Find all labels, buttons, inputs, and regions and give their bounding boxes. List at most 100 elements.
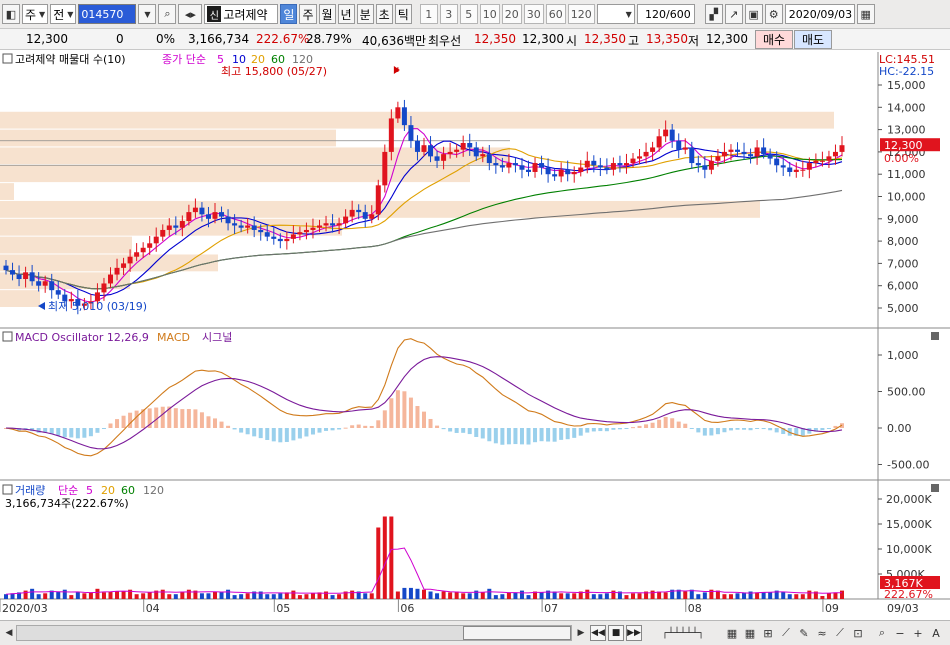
market-type-select[interactable]: 전 ▼ [50, 4, 77, 24]
volume-bar [833, 592, 838, 599]
candle-body [369, 214, 375, 219]
pct-tag-text: 0.00% [884, 152, 919, 165]
rewind-icon[interactable]: ◀◀ [590, 625, 606, 641]
calendar-icon[interactable]: ▦ [856, 4, 875, 24]
candle-body [271, 236, 277, 239]
zoom-slider-icon[interactable]: ┌┴┴┴┴┴┐ [648, 625, 718, 641]
volume-bar [735, 593, 740, 599]
interval-10-button[interactable]: 10 [479, 4, 500, 24]
candle-body [127, 256, 133, 264]
interval-3-button[interactable]: 3 [439, 4, 458, 24]
candle-body [336, 223, 342, 226]
buy-button[interactable]: 매수 [755, 30, 793, 49]
fibonacci-icon[interactable]: ≈ [814, 625, 830, 641]
macd-oscillator-bar [670, 418, 675, 428]
fast-forward-icon[interactable]: ▶▶ [626, 625, 642, 641]
date-input[interactable]: 2020/09/03 [784, 4, 855, 24]
period-month-button[interactable]: 월 [318, 4, 336, 24]
candle-body [153, 236, 159, 244]
volume-bar [787, 594, 792, 599]
candle-body [780, 165, 786, 168]
stock-code-dropdown-icon[interactable]: ▼ [138, 4, 157, 24]
previous-next-stock-icon[interactable]: ◂▸ [178, 4, 203, 24]
macd-oscillator-bar [284, 428, 289, 442]
chart-menu-icon[interactable]: ◧ [2, 4, 20, 24]
zoom-in-icon[interactable]: + [910, 625, 926, 641]
close-panel-icon[interactable] [931, 332, 939, 340]
stock-name-field[interactable]: 신 고려제약 [204, 4, 279, 24]
market-select[interactable]: 주 ▼ [22, 4, 49, 24]
candle-body [545, 167, 551, 175]
macd-oscillator-bar [611, 428, 616, 430]
settings-small-icon[interactable]: ⊡ [850, 625, 866, 641]
high-label: 고 [628, 34, 640, 48]
scrollbar-thumb[interactable] [463, 626, 571, 640]
interval-60-button[interactable]: 60 [545, 4, 566, 24]
candle-body [806, 163, 812, 170]
candle-body [192, 207, 198, 213]
stock-name: 고려제약 [223, 7, 268, 22]
ruler-icon[interactable]: ⟋ [832, 625, 848, 641]
period-week-button[interactable]: 주 [299, 4, 317, 24]
price-axis-label: 9,000 [887, 213, 919, 226]
grid-icon[interactable]: ▦ [724, 625, 740, 641]
candle-body [134, 252, 140, 257]
stock-code-input[interactable]: 014570 [78, 4, 137, 24]
period-minute-button[interactable]: 분 [356, 4, 374, 24]
candle-body [454, 149, 460, 152]
interval-5-button[interactable]: 5 [459, 4, 478, 24]
period-day-button[interactable]: 일 [280, 4, 298, 24]
drawing-tool-icon[interactable]: ↗ [724, 4, 743, 24]
volume-bar [4, 594, 8, 599]
interval-custom-select[interactable]: ▼ [596, 4, 635, 24]
interval-120-button[interactable]: 120 [567, 4, 595, 24]
zoom-icon[interactable]: ⌕ [874, 625, 890, 641]
volume-bar [467, 593, 472, 599]
font-size-icon[interactable]: A [928, 625, 944, 641]
volume-bar [794, 594, 799, 599]
scroll-right-icon[interactable]: ▶ [574, 625, 588, 641]
draw-line-icon[interactable]: ✎ [796, 625, 812, 641]
interval-30-button[interactable]: 30 [523, 4, 544, 24]
chart-type-icon[interactable]: ▞ [704, 4, 723, 24]
period-second-button[interactable]: 초 [375, 4, 393, 24]
volume-bar [239, 594, 244, 599]
volume-bar [826, 593, 831, 599]
candle-body [715, 156, 721, 161]
stop-icon[interactable]: ■ [608, 625, 624, 641]
macd-oscillator-bar [493, 428, 498, 444]
macd-oscillator-bar [448, 428, 453, 432]
period-year-button[interactable]: 년 [337, 4, 355, 24]
display-count-input[interactable]: 120/600 [636, 4, 695, 24]
grid-alt-icon[interactable]: ▦ [742, 625, 758, 641]
sell-button[interactable]: 매도 [794, 30, 832, 49]
chart-scrollbar[interactable] [16, 625, 572, 641]
chart-svg[interactable]: 15,00014,00013,00012,00011,00010,0009,00… [0, 52, 950, 622]
period-tick-button[interactable]: 틱 [394, 4, 412, 24]
search-icon[interactable]: ⌕ [158, 4, 177, 24]
save-icon[interactable]: ▣ [744, 4, 763, 24]
candle-body [637, 156, 643, 159]
candle-body [323, 223, 329, 226]
volume-bar [624, 595, 629, 599]
scroll-left-icon[interactable]: ◀ [2, 625, 16, 641]
macd-oscillator-bar [213, 418, 217, 428]
gear-icon[interactable]: ⚙ [764, 4, 783, 24]
macd-oscillator-bar [546, 428, 551, 442]
candle-body [819, 160, 825, 162]
close-panel-icon[interactable] [931, 484, 939, 492]
macd-oscillator-bar [245, 428, 250, 435]
crosshair-icon[interactable]: ⊞ [760, 625, 776, 641]
chart-area[interactable]: 15,000 14,000 13,000 12,000 11,000 10,000 9,00… [0, 52, 950, 622]
candle-body [643, 151, 649, 157]
macd-oscillator-bar [265, 428, 270, 440]
interval-1-button[interactable]: 1 [419, 4, 438, 24]
toolbar: ◧ 주 ▼ 전 ▼ 014570 ▼ ⌕ ◂▸ 신 고려제약 일 주 월 년 분 초… [0, 0, 950, 29]
candle-body [480, 154, 486, 157]
candle-body [741, 151, 747, 155]
zoom-out-icon[interactable]: − [892, 625, 908, 641]
trend-line-icon[interactable]: ⟋ [778, 625, 794, 641]
volume-panel-bg [0, 481, 878, 599]
candle-body [800, 169, 806, 171]
interval-20-button[interactable]: 20 [501, 4, 522, 24]
